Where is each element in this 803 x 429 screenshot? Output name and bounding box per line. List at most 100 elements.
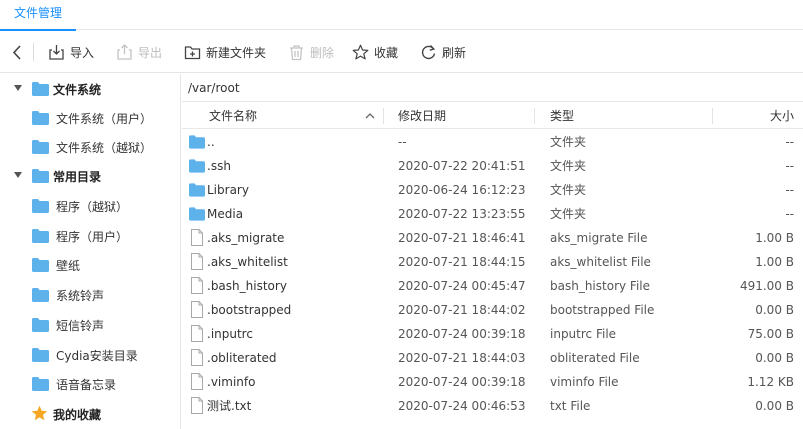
file-type: bootstrapped File [550, 303, 655, 317]
favorite-button[interactable]: 收藏 [352, 40, 398, 64]
export-button[interactable]: 导出 [116, 40, 162, 64]
sidebar-item-cydia-dir[interactable]: Cydia安装目录 [0, 340, 180, 370]
expand-caret-icon[interactable] [14, 85, 22, 91]
new-folder-label: 新建文件夹 [206, 45, 267, 60]
file-type: inputrc File [550, 327, 617, 341]
path-bar[interactable]: /var/root [182, 74, 803, 102]
export-label: 导出 [138, 45, 163, 60]
sidebar-item-label: 文件系统（越狱） [56, 140, 153, 155]
table-row[interactable]: .viminfo 2020-07-24 00:39:18 viminfo File 1… [182, 370, 803, 394]
sidebar-item-system-ringtones[interactable]: 系统铃声 [0, 280, 180, 310]
refresh-button[interactable]: 刷新 [420, 40, 466, 64]
column-header-label: 文件名称 [209, 109, 258, 123]
file-date: 2020-07-22 13:23:55 [398, 207, 526, 221]
sidebar-item-file-system-user[interactable]: 文件系统（用户） [0, 103, 180, 133]
table-row[interactable]: .. -- 文件夹 -- [182, 130, 803, 154]
file-type: 文件夹 [550, 159, 587, 173]
export-icon [117, 43, 132, 60]
import-button[interactable]: 导入 [48, 40, 94, 64]
sidebar-item-common-dirs[interactable]: 常用目录 [0, 161, 180, 191]
column-header-type[interactable]: 类型 [550, 103, 574, 129]
star-outline-icon [352, 44, 369, 59]
sidebar-item-label: 文件系统 [53, 82, 102, 97]
sidebar-item-apps-user[interactable]: 程序（用户） [0, 221, 180, 251]
file-size: 1.00 B [755, 255, 794, 269]
sidebar-item-label: 我的收藏 [53, 407, 102, 422]
tab-file-manager[interactable]: 文件管理 [0, 0, 76, 31]
sidebar-item-sms-ringtones[interactable]: 短信铃声 [0, 310, 180, 340]
file-size: 0.00 B [755, 399, 794, 413]
favorite-label: 收藏 [374, 45, 399, 60]
file-list: 文件名称 修改日期 类型 大小 .. -- 文件夹 -- .ssh 2020-07-22 … [182, 103, 803, 429]
table-row[interactable]: .aks_migrate 2020-07-21 18:46:41 aks_migra… [182, 226, 803, 250]
refresh-label: 刷新 [442, 45, 467, 60]
table-row[interactable]: .ssh 2020-07-22 20:41:51 文件夹 -- [182, 154, 803, 178]
table-row[interactable]: .aks_whitelist 2020-07-21 18:44:15 aks_whi… [182, 250, 803, 274]
file-name: .inputrc [207, 327, 253, 341]
file-name: .aks_migrate [207, 231, 285, 245]
table-row[interactable]: .obliterated 2020-07-21 18:44:03 obliterat… [182, 346, 803, 370]
sidebar-item-file-system-jailbreak[interactable]: 文件系统（越狱） [0, 132, 180, 162]
table-row[interactable]: .inputrc 2020-07-24 00:39:18 inputrc File 7… [182, 322, 803, 346]
star-icon [31, 405, 48, 421]
sidebar-item-label: 程序（用户） [56, 229, 129, 244]
table-header: 文件名称 修改日期 类型 大小 [182, 103, 803, 129]
file-size: 0.00 B [755, 303, 794, 317]
sidebar-item-file-system[interactable]: 文件系统 [0, 74, 180, 104]
sidebar-item-label: 短信铃声 [56, 318, 105, 333]
file-size: -- [785, 183, 794, 197]
table-row[interactable]: .bash_history 2020-07-24 00:45:47 bash_his… [182, 274, 803, 298]
sidebar-item-voice-memos[interactable]: 语音备忘录 [0, 369, 180, 399]
chevron-left-icon [12, 44, 21, 60]
back-button[interactable] [9, 40, 26, 64]
folder-icon [32, 140, 49, 154]
file-type: aks_migrate File [550, 231, 648, 245]
new-folder-button[interactable]: 新建文件夹 [184, 40, 266, 64]
import-icon [49, 44, 64, 60]
delete-label: 删除 [310, 45, 335, 60]
file-date: 2020-07-21 18:44:02 [398, 303, 526, 317]
file-name: .obliterated [207, 351, 277, 365]
file-size: 1.12 KB [747, 375, 794, 389]
column-divider[interactable] [383, 108, 384, 124]
delete-button[interactable]: 删除 [288, 40, 334, 64]
file-icon [191, 349, 203, 366]
file-type: 文件夹 [550, 135, 587, 149]
file-icon [191, 229, 203, 246]
sidebar-item-apps-jailbreak[interactable]: 程序（越狱） [0, 191, 180, 221]
column-header-name[interactable]: 文件名称 [209, 103, 257, 129]
sidebar-item-my-favorites[interactable]: 我的收藏 [0, 399, 180, 429]
table-row[interactable]: Library 2020-06-24 16:12:23 文件夹 -- [182, 178, 803, 202]
folder-icon [32, 229, 49, 243]
file-date: 2020-07-21 18:44:03 [398, 351, 526, 365]
sidebar-item-label: 系统铃声 [56, 288, 105, 303]
file-size: 491.00 B [739, 279, 794, 293]
folder-icon [189, 207, 205, 221]
sort-up-icon[interactable] [365, 111, 375, 121]
column-divider[interactable] [712, 108, 713, 124]
column-divider[interactable] [534, 108, 535, 124]
file-icon [191, 253, 203, 270]
sidebar-item-wallpaper[interactable]: 壁纸 [0, 250, 180, 280]
sidebar-item-label: Cydia安装目录 [56, 348, 138, 363]
table-row[interactable]: 测试.txt 2020-07-24 00:46:53 txt File 0.00 B [182, 394, 803, 418]
folder-icon [32, 348, 49, 362]
file-icon [191, 373, 203, 390]
table-row[interactable]: Media 2020-07-22 13:23:55 文件夹 -- [182, 202, 803, 226]
sidebar-item-label: 文件系统（用户） [56, 111, 153, 126]
file-date: 2020-07-24 00:45:47 [398, 279, 526, 293]
import-label: 导入 [70, 45, 95, 60]
file-type: 文件夹 [550, 183, 587, 197]
column-header-date[interactable]: 修改日期 [398, 103, 446, 129]
expand-caret-icon[interactable] [14, 172, 22, 178]
table-row[interactable]: .bootstrapped 2020-07-21 18:44:02 bootstra… [182, 298, 803, 322]
sidebar: 文件系统 文件系统（用户） 文件系统（越狱） 常用目录 程序（越狱） 程序（用户… [0, 74, 181, 429]
column-header-label: 修改日期 [398, 109, 447, 123]
file-type: bash_history File [550, 279, 650, 293]
folder-icon [32, 199, 49, 213]
column-header-size[interactable]: 大小 [770, 103, 794, 129]
file-date: 2020-07-24 00:39:18 [398, 327, 526, 341]
file-date: 2020-07-24 00:46:53 [398, 399, 526, 413]
folder-icon [189, 183, 205, 197]
file-size: 1.00 B [755, 231, 794, 245]
